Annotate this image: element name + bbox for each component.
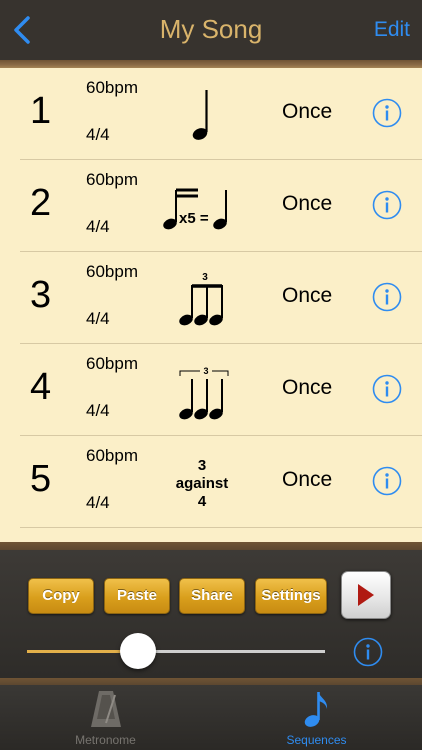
controls-panel: Copy Paste Share Settings — [0, 550, 422, 678]
row-bpm: 60bpm — [86, 78, 138, 97]
page-title: My Song — [159, 14, 263, 44]
row-bpm: 60bpm — [86, 170, 138, 189]
edit-button[interactable]: Edit — [374, 18, 410, 42]
row-time-signature: 4/4 — [86, 309, 110, 328]
wood-divider-top — [0, 60, 422, 68]
info-icon[interactable] — [372, 466, 402, 496]
info-icon[interactable] — [372, 98, 402, 128]
slider-thumb[interactable] — [120, 633, 156, 669]
info-icon[interactable] — [372, 374, 402, 404]
pattern-line-3: 4 — [198, 493, 207, 510]
row-number: 4 — [30, 366, 52, 408]
info-icon[interactable] — [372, 190, 402, 220]
slider-track-filled — [27, 650, 128, 653]
row-bpm: 60bpm — [86, 262, 138, 281]
navigation-bar: My Song Edit — [0, 0, 422, 60]
info-icon[interactable] — [353, 637, 383, 667]
sixteenth-x5-equals-quarter-icon: x5 = — [163, 188, 227, 230]
row-time-signature: 4/4 — [86, 125, 110, 144]
row-repeat: Once — [282, 284, 333, 307]
sequence-row-4[interactable]: 4 60bpm 4/4 3 Once — [0, 344, 422, 436]
copy-button[interactable]: Copy — [28, 578, 94, 614]
row-number: 3 — [30, 274, 52, 316]
paste-button[interactable]: Paste — [104, 578, 170, 614]
play-icon — [358, 584, 374, 606]
sequence-row-5[interactable]: 5 60bpm 4/4 3 against 4 Once — [0, 436, 422, 528]
quarter-triplet-bracket-icon: 3 — [179, 366, 229, 420]
music-note-icon — [304, 692, 327, 727]
pattern-text: 3 — [203, 366, 208, 376]
polyrhythm-icon: 3 against 4 — [176, 457, 229, 510]
sequence-list: 1 60bpm 4/4 Once 2 60bpm 4/4 x5 = Once 3… — [0, 68, 422, 542]
row-repeat: Once — [282, 192, 333, 215]
slider-track-empty — [128, 650, 325, 653]
wood-divider-tabbar — [0, 678, 422, 685]
pattern-line-1: 3 — [198, 457, 206, 474]
settings-button[interactable]: Settings — [255, 578, 327, 614]
row-repeat: Once — [282, 468, 333, 491]
sequence-row-1[interactable]: 1 60bpm 4/4 Once — [0, 68, 422, 160]
share-button[interactable]: Share — [179, 578, 245, 614]
row-time-signature: 4/4 — [86, 401, 110, 420]
tab-bar: Metronome Sequences — [0, 685, 422, 750]
metronome-icon — [90, 691, 121, 727]
pattern-text: 3 — [202, 272, 208, 283]
sequence-row-2[interactable]: 2 60bpm 4/4 x5 = Once — [0, 160, 422, 252]
quarter-note-icon — [192, 90, 208, 140]
pattern-text: x5 = — [179, 210, 209, 227]
tab-metronome[interactable]: Metronome — [0, 685, 211, 750]
row-repeat: Once — [282, 376, 333, 399]
row-separator — [20, 527, 422, 528]
tab-label: Metronome — [75, 733, 136, 747]
play-button[interactable] — [341, 571, 391, 619]
info-icon[interactable] — [372, 282, 402, 312]
row-time-signature: 4/4 — [86, 217, 110, 236]
row-number: 5 — [30, 458, 52, 500]
row-number: 1 — [30, 90, 52, 132]
row-repeat: Once — [282, 100, 333, 123]
sequence-row-3[interactable]: 3 60bpm 4/4 3 Once — [0, 252, 422, 344]
tab-sequences[interactable]: Sequences — [211, 685, 422, 750]
row-time-signature: 4/4 — [86, 493, 110, 512]
row-number: 2 — [30, 182, 52, 224]
eighth-triplet-icon: 3 — [179, 272, 223, 326]
wood-divider-bottom — [0, 542, 422, 550]
tempo-slider[interactable] — [27, 633, 325, 669]
pattern-line-2: against — [176, 475, 229, 492]
row-bpm: 60bpm — [86, 446, 138, 465]
row-bpm: 60bpm — [86, 354, 138, 373]
tab-label: Sequences — [286, 733, 347, 747]
